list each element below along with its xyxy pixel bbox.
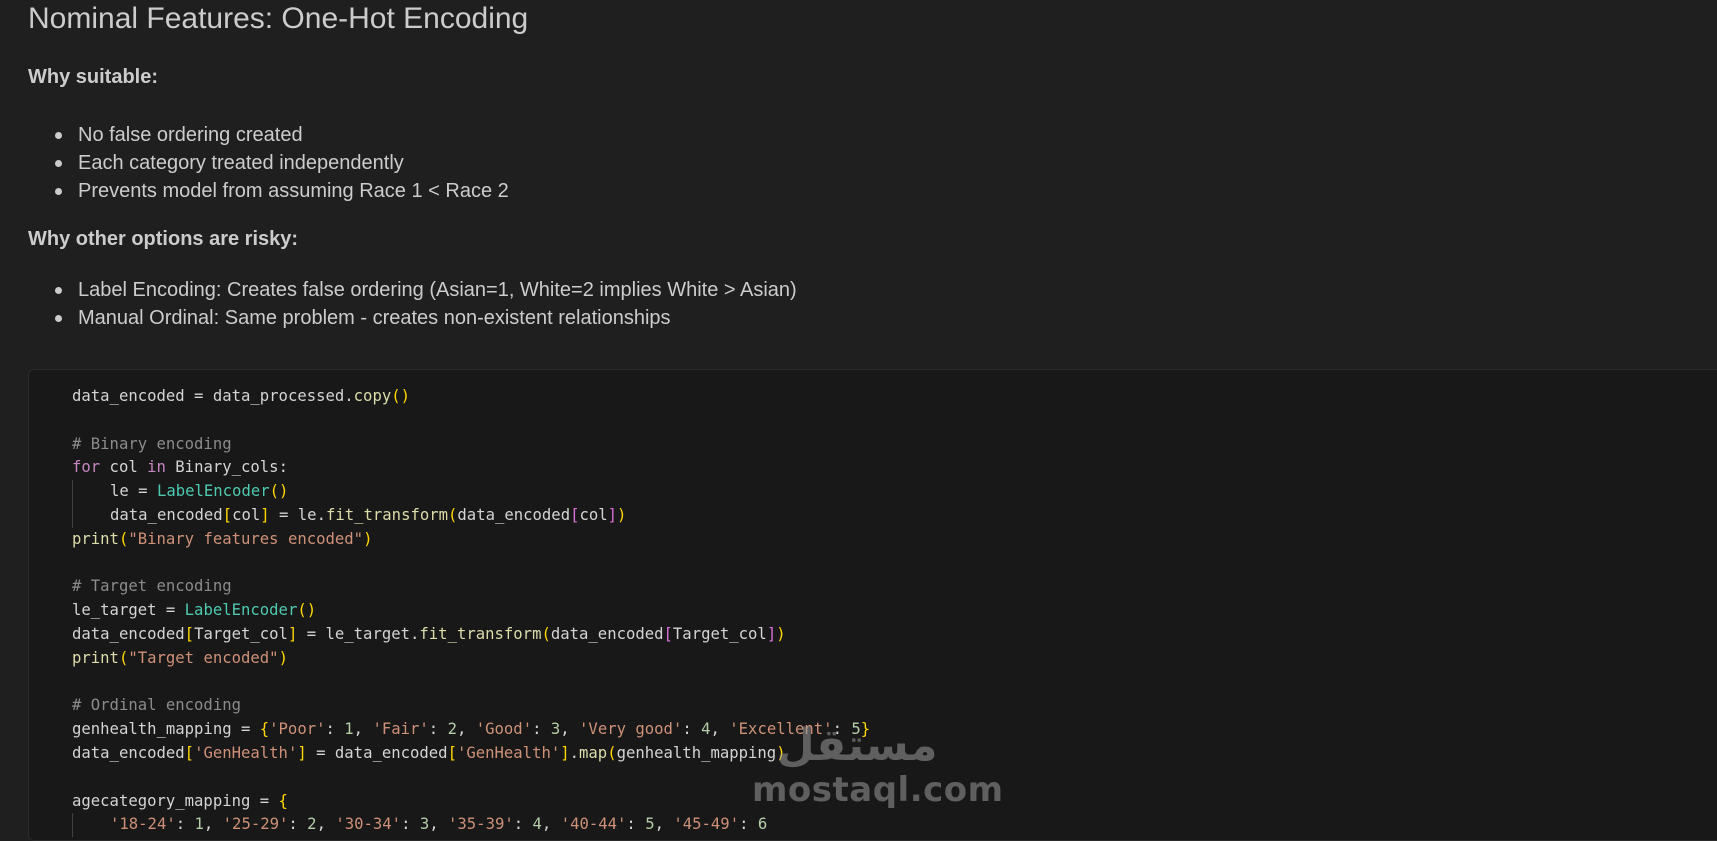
markdown-title: Nominal Features: One-Hot Encoding <box>28 2 529 35</box>
code-cell[interactable]: data_encoded = data_processed.copy() # B… <box>28 369 1717 841</box>
code-comment: # Target encoding <box>72 577 232 596</box>
code-editor[interactable]: data_encoded = data_processed.copy() # B… <box>72 385 870 838</box>
why-suitable-list: No false ordering created Each category … <box>28 121 509 205</box>
list-item: No false ordering created <box>28 121 509 149</box>
list-item: Prevents model from assuming Race 1 < Ra… <box>28 177 509 205</box>
list-item: Manual Ordinal: Same problem - creates n… <box>28 304 797 332</box>
list-item: Label Encoding: Creates false ordering (… <box>28 276 797 304</box>
code-comment: # Ordinal encoding <box>72 696 241 715</box>
why-suitable-heading: Why suitable: <box>28 66 159 88</box>
list-item: Each category treated independently <box>28 149 509 177</box>
why-risky-list: Label Encoding: Creates false ordering (… <box>28 276 797 332</box>
code-comment: # Binary encoding <box>72 434 232 453</box>
why-risky-heading: Why other options are risky: <box>28 228 299 250</box>
